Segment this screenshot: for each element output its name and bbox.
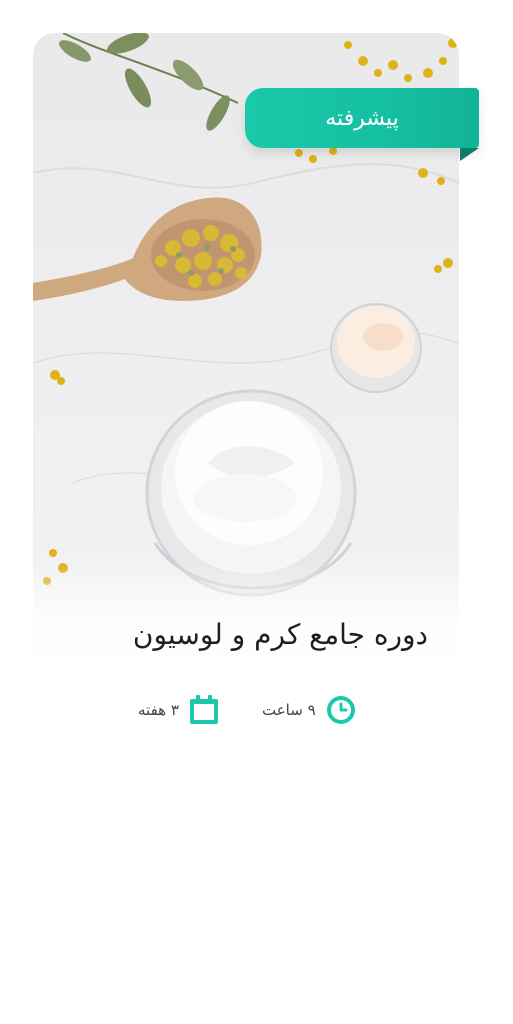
course-title: دوره جامع کرم و لوسیون bbox=[132, 618, 428, 651]
badge-ribbon-fold bbox=[460, 148, 479, 161]
level-badge-label: پیشرفته bbox=[325, 105, 399, 131]
course-weeks: ۳ هفته bbox=[138, 692, 220, 728]
course-weeks-label: ۳ هفته bbox=[138, 701, 179, 719]
course-hours-label: ۹ ساعت bbox=[262, 701, 316, 719]
clock-icon bbox=[326, 696, 355, 724]
course-card-screen: پیشرفته دوره جامع کرم و لوسیون ۹ ساعت ۳ … bbox=[0, 0, 513, 1024]
calendar-icon bbox=[189, 695, 218, 724]
course-hours: ۹ ساعت bbox=[262, 692, 357, 728]
level-badge: پیشرفته bbox=[245, 88, 479, 148]
